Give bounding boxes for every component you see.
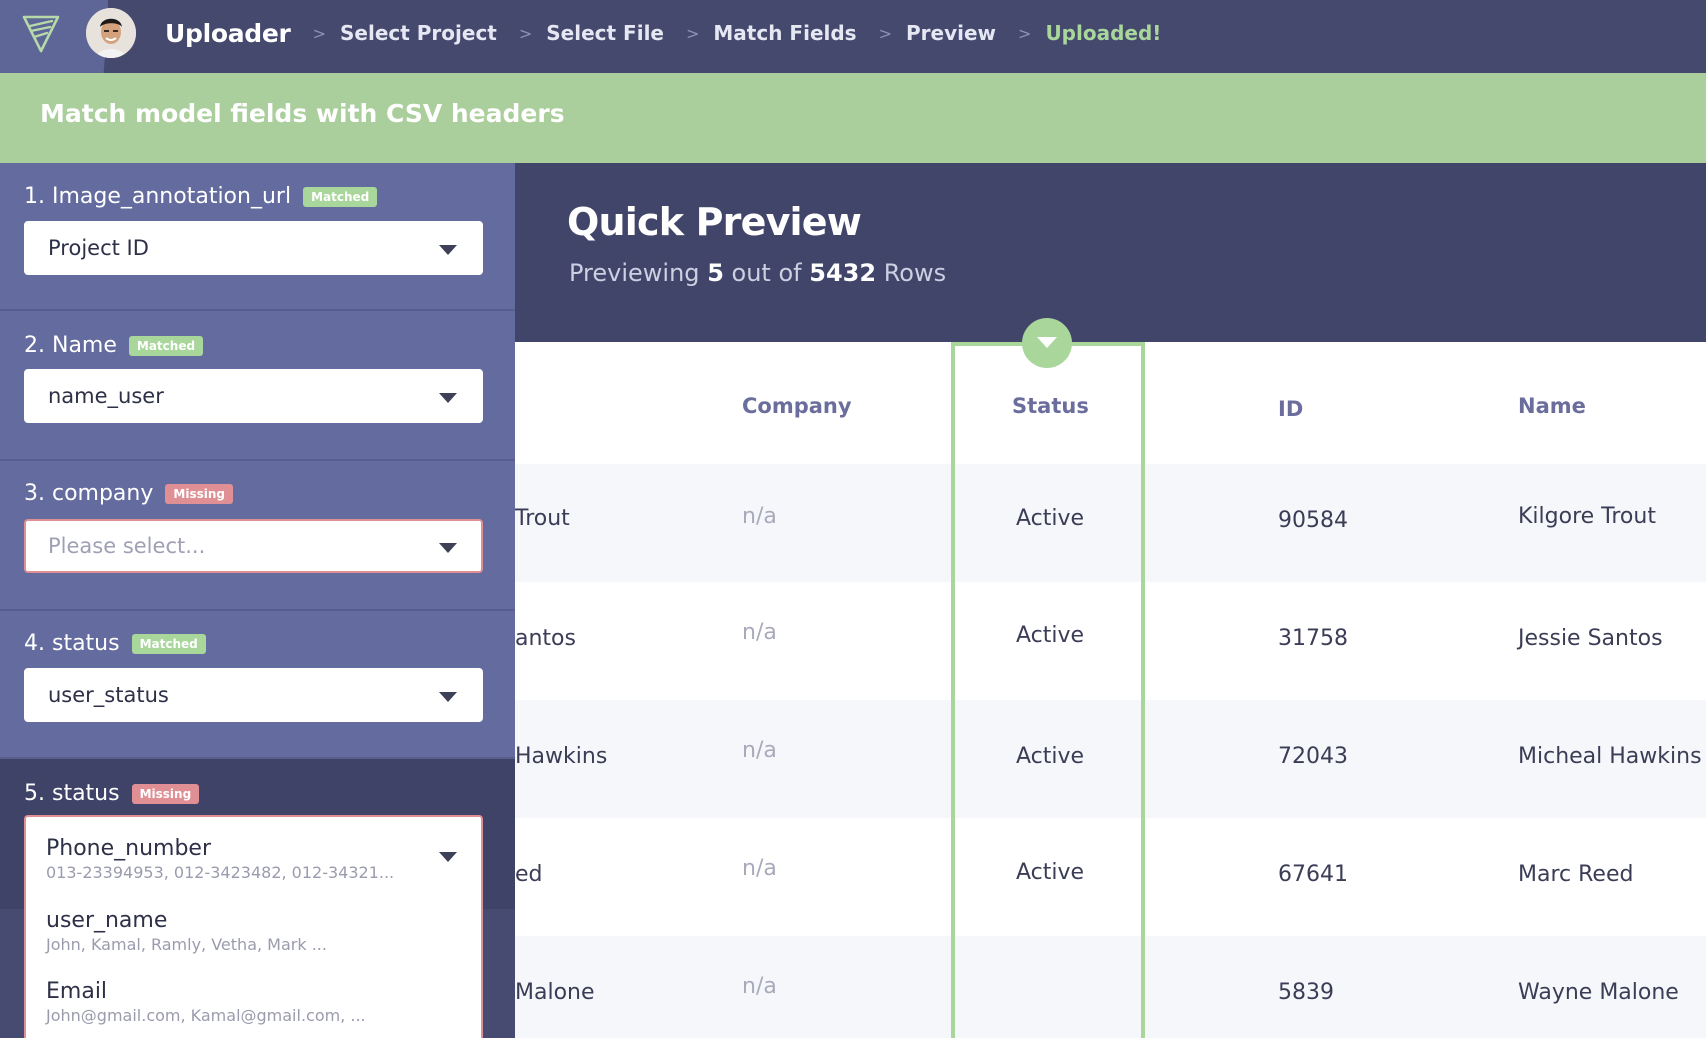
- select-placeholder: Please select...: [48, 534, 206, 558]
- select-value: user_status: [48, 683, 169, 707]
- option-title: user_name: [46, 908, 168, 933]
- cell-partial-name: ed: [515, 862, 543, 887]
- dropdown-option[interactable]: Phone_number 013-23394953, 012-3423482, …: [46, 836, 394, 882]
- cell-partial-name: Trout: [515, 506, 570, 531]
- cell-partial-name: Hawkins: [515, 744, 608, 769]
- field-section-2: 2. Name Matched name_user: [0, 311, 515, 461]
- cell-name: Marc Reed: [1518, 862, 1634, 887]
- field-section-4: 4. status Matched user_status: [0, 611, 515, 759]
- cell-id: 5839: [1278, 980, 1334, 1005]
- caret-down-icon[interactable]: [439, 393, 457, 403]
- field-select[interactable]: user_status: [24, 668, 483, 722]
- field-select[interactable]: Project ID: [24, 221, 483, 275]
- app-title[interactable]: Uploader: [165, 19, 291, 48]
- caret-down-icon[interactable]: [439, 245, 457, 255]
- preview-prefix: Previewing: [569, 259, 700, 287]
- cell-company: n/a: [742, 974, 777, 999]
- shield-logo-icon[interactable]: [22, 13, 60, 57]
- column-header-name[interactable]: Name: [1518, 394, 1586, 418]
- dropdown-option[interactable]: Email John@gmail.com, Kamal@gmail.com, .…: [46, 979, 366, 1025]
- column-header-id[interactable]: ID: [1278, 397, 1303, 421]
- caret-down-icon[interactable]: [439, 692, 457, 702]
- field-label: 3. company Missing: [24, 481, 233, 506]
- field-section-3: 3. company Missing Please select...: [0, 461, 515, 611]
- status-badge: Matched: [303, 186, 378, 207]
- option-sample: John, Kamal, Ramly, Vetha, Mark ...: [46, 935, 327, 954]
- cell-company: n/a: [742, 620, 777, 645]
- step-select-file[interactable]: Select File: [546, 21, 664, 45]
- option-sample: 013-23394953, 012-3423482, 012-34321...: [46, 863, 395, 882]
- status-badge: Matched: [128, 335, 204, 356]
- cell-partial-name: antos: [515, 626, 576, 651]
- chevron-right-icon: >: [1018, 23, 1032, 43]
- cell-company: n/a: [742, 856, 777, 881]
- preview-middle: out of: [731, 259, 802, 287]
- cell-name: Wayne Malone: [1518, 980, 1679, 1005]
- dropdown-option[interactable]: user_name John, Kamal, Ramly, Vetha, Mar…: [46, 908, 327, 954]
- field-name: 3. company: [24, 481, 154, 506]
- top-navigation-bar: Uploader > Select Project > Select File …: [0, 0, 1706, 74]
- option-sample: John@gmail.com, Kamal@gmail.com, ...: [46, 1006, 366, 1025]
- chevron-right-icon: >: [312, 23, 326, 43]
- field-name: 5. status: [24, 781, 120, 806]
- cell-id: 67641: [1278, 862, 1348, 887]
- field-name: 1. Image_annotation_url: [24, 184, 292, 209]
- step-preview[interactable]: Preview: [906, 21, 996, 45]
- field-select-dropdown[interactable]: Phone_number 013-23394953, 012-3423482, …: [24, 815, 483, 1038]
- field-label: 4. status Matched: [24, 631, 206, 656]
- chevron-down-icon[interactable]: [1022, 318, 1072, 368]
- cell-id: 90584: [1278, 508, 1348, 533]
- field-select[interactable]: name_user: [24, 369, 483, 423]
- option-title: Email: [46, 979, 108, 1004]
- field-name: 4. status: [24, 631, 120, 656]
- field-label: 5. status Missing: [24, 781, 200, 806]
- cell-name: Micheal Hawkins: [1518, 744, 1702, 769]
- field-section-1: 1. Image_annotation_url Matched Project …: [0, 163, 515, 311]
- cell-id: 72043: [1278, 744, 1348, 769]
- banner-title: Match model fields with CSV headers: [40, 99, 565, 128]
- preview-shown-count: 5: [707, 259, 724, 287]
- field-name: 2. Name: [24, 333, 117, 358]
- status-column-highlight[interactable]: [951, 342, 1145, 1038]
- status-badge: Missing: [165, 483, 233, 504]
- cell-name: Jessie Santos: [1518, 626, 1663, 651]
- option-title: Phone_number: [46, 836, 212, 861]
- caret-down-icon[interactable]: [439, 543, 457, 553]
- field-label: 2. Name Matched: [24, 333, 204, 358]
- chevron-right-icon: >: [686, 23, 700, 43]
- preview-summary: Previewing 5 out of 5432 Rows: [569, 259, 946, 287]
- breadcrumb: Uploader > Select Project > Select File …: [165, 0, 1161, 66]
- preview-title: Quick Preview: [567, 200, 862, 244]
- select-value: Project ID: [48, 236, 149, 260]
- chevron-right-icon: >: [518, 23, 533, 43]
- field-label: 1. Image_annotation_url Matched: [24, 184, 378, 209]
- chevron-right-icon: >: [878, 23, 892, 43]
- step-select-project[interactable]: Select Project: [340, 21, 497, 45]
- step-match-fields[interactable]: Match Fields: [713, 21, 856, 45]
- column-header-company[interactable]: Company: [742, 394, 852, 418]
- cell-company: n/a: [742, 504, 777, 529]
- caret-down-icon[interactable]: [439, 852, 457, 862]
- cell-partial-name: Malone: [515, 980, 595, 1005]
- user-avatar[interactable]: [86, 8, 136, 58]
- instruction-banner: Match model fields with CSV headers: [0, 73, 1706, 163]
- cell-name: Kilgore Trout: [1518, 504, 1656, 529]
- preview-total-count: 5432: [809, 259, 877, 287]
- step-uploaded[interactable]: Uploaded!: [1045, 21, 1161, 45]
- preview-suffix: Rows: [883, 259, 947, 287]
- status-badge: Missing: [131, 783, 200, 804]
- select-value: name_user: [48, 384, 164, 408]
- field-select[interactable]: Please select...: [24, 519, 483, 573]
- status-badge: Matched: [131, 633, 206, 654]
- cell-id: 31758: [1278, 626, 1348, 651]
- cell-company: n/a: [742, 738, 777, 763]
